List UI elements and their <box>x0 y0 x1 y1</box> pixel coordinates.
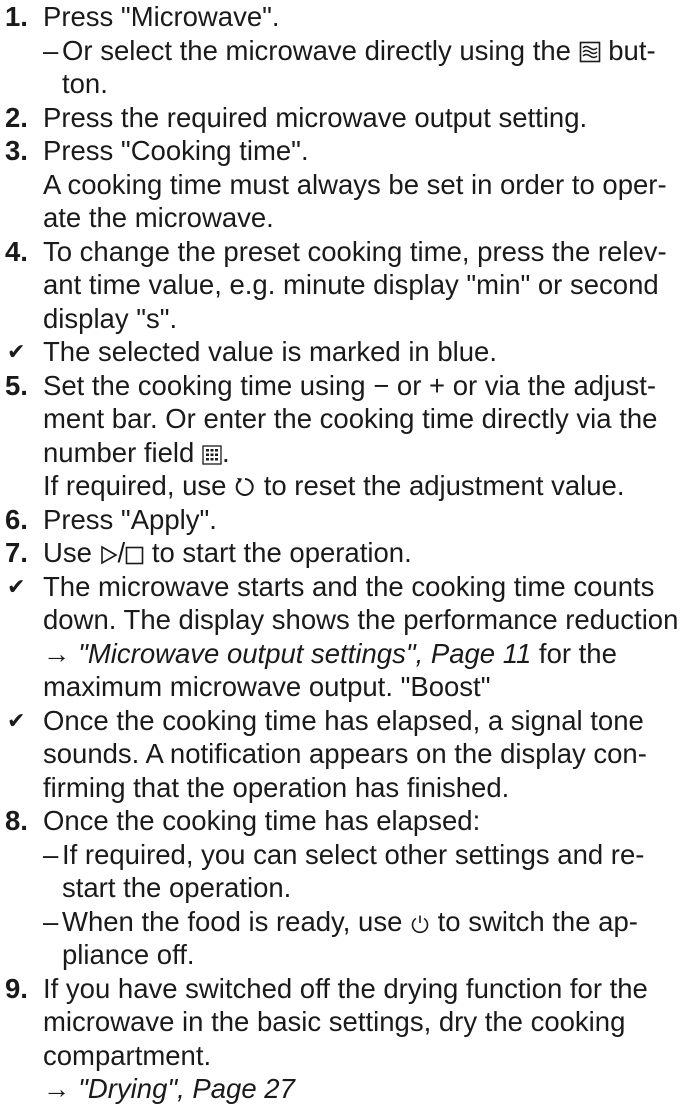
result-2: ✔ The microwave starts and the cooking t… <box>7 570 679 703</box>
microwave-icon <box>579 34 601 68</box>
check-icon: ✔ <box>7 573 26 599</box>
step-number: 9. <box>5 972 28 1004</box>
result-text: The selected value is marked in blue. <box>43 336 497 367</box>
dash-bullet: – <box>43 905 59 937</box>
stop-icon <box>125 536 144 570</box>
step-text: Once the cooking time has elapsed: <box>43 805 481 836</box>
minus-icon: − <box>373 369 390 401</box>
step-8-sub-1: – If required, you can select other sett… <box>43 838 645 904</box>
step-number: 2. <box>5 101 28 133</box>
step-6: 6. Press "Apply". <box>5 503 691 537</box>
page-reference-link[interactable]: → "Drying", Page 27 <box>43 1072 691 1106</box>
step-number: 7. <box>5 537 28 568</box>
step-8: 8. Once the cooking time has elapsed: <box>5 804 691 838</box>
result-3: ✔ Once the cooking time has elapsed, a s… <box>7 704 647 803</box>
step-number: 6. <box>5 503 28 535</box>
plus-icon: + <box>429 369 446 401</box>
reset-icon <box>234 469 256 503</box>
step-3: 3. Press "Cooking time". A cooking time … <box>5 134 691 235</box>
step-number: 5. <box>5 369 28 401</box>
power-icon <box>410 905 430 939</box>
page-reference-link[interactable]: → "Microwave output settings", Page 11 <box>43 638 531 669</box>
check-icon: ✔ <box>7 339 26 364</box>
step-number: 8. <box>5 805 28 836</box>
step-number: 4. <box>5 235 28 267</box>
step-number: 1. <box>5 1 28 32</box>
step-1-sub: – Or select the microwave directly using… <box>43 34 656 100</box>
step-text: Press "Cooking time". <box>43 135 309 166</box>
step-text: Press "Microwave". <box>43 1 280 32</box>
step-1: 1. Press "Microwave". <box>5 0 691 34</box>
dash-bullet: – <box>43 838 59 870</box>
step-note: A cooking time must always be set in ord… <box>43 168 667 234</box>
instruction-list: 1. Press "Microwave". – Or select the mi… <box>0 0 691 1106</box>
step-9: 9. If you have switched off the drying f… <box>5 972 691 1106</box>
step-number: 3. <box>5 135 28 166</box>
dash-bullet: – <box>43 34 59 66</box>
step-2: 2. Press the required microwave output s… <box>5 101 691 135</box>
number-field-icon <box>202 436 222 470</box>
start-icon <box>100 536 118 570</box>
result-1: ✔ The selected value is marked in blue. <box>5 335 691 369</box>
step-text: Press the required microwave output sett… <box>43 101 588 133</box>
step-4: 4. To change the preset cooking time, pr… <box>5 235 667 334</box>
step-8-sub-2: – When the food is ready, use to switch … <box>43 905 638 971</box>
step-5: 5. Set the cooking time using − or + or … <box>5 369 658 503</box>
step-text: Press "Apply". <box>43 503 217 535</box>
step-7: 7. Use / to start the operation. <box>5 536 412 570</box>
check-icon: ✔ <box>7 707 26 733</box>
